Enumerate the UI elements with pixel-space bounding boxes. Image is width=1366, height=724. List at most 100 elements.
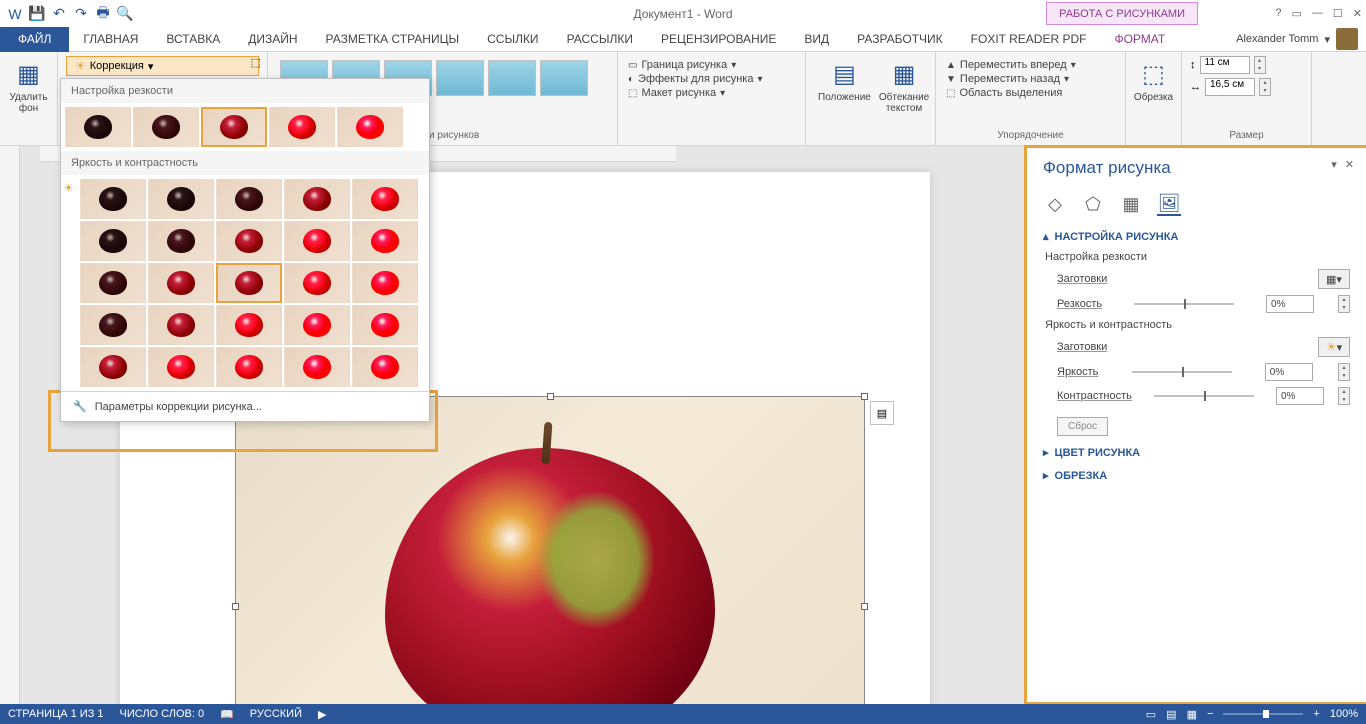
position-button[interactable]: ▤ Положение (814, 56, 875, 105)
picture-layout-button[interactable]: ⬚ Макет рисунка ▾ (628, 86, 795, 100)
sharpness-preset[interactable] (337, 107, 403, 147)
contrast-spinner[interactable]: ▴▾ (1338, 387, 1350, 405)
tab-foxit[interactable]: FOXIT READER PDF (957, 27, 1101, 52)
corrections-button[interactable]: ☀ Коррекция ▾ (66, 56, 259, 76)
language-indicator[interactable]: РУССКИЙ (250, 708, 302, 720)
width-spinner[interactable]: ▴▾ (1259, 78, 1271, 96)
sharpness-value[interactable]: 0% (1266, 295, 1314, 313)
wrap-text-button[interactable]: ▦ Обтекание текстом (875, 56, 933, 116)
brightness-preset[interactable] (80, 179, 146, 219)
minimize-icon[interactable]: — (1312, 7, 1323, 20)
picture-border-button[interactable]: ▭ Граница рисунка ▾ (628, 58, 795, 72)
width-input[interactable]: 16,5 см (1205, 78, 1255, 96)
view-print-icon[interactable]: ▤ (1166, 708, 1176, 721)
brightness-preset[interactable] (352, 179, 418, 219)
brightness-preset[interactable] (148, 179, 214, 219)
contrast-slider[interactable] (1154, 395, 1254, 397)
resize-handle[interactable] (861, 603, 868, 610)
style-preset[interactable] (488, 60, 536, 96)
tab-mailings[interactable]: РАССЫЛКИ (553, 27, 647, 52)
tab-developer[interactable]: РАЗРАБОТЧИК (843, 27, 957, 52)
sharpness-preset[interactable] (65, 107, 131, 147)
sharpness-presets-button[interactable]: ▦▾ (1318, 269, 1350, 289)
brightness-preset[interactable] (352, 347, 418, 387)
picture-color-section[interactable]: ▸ ЦВЕТ РИСУНКА (1043, 446, 1350, 459)
contrast-value[interactable]: 0% (1276, 387, 1324, 405)
brightness-preset-selected[interactable] (216, 263, 282, 303)
bring-forward-button[interactable]: ▲ Переместить вперед ▾ (946, 58, 1115, 72)
picture-tab-icon[interactable]: 🖼 (1157, 192, 1181, 216)
brightness-preset[interactable] (216, 179, 282, 219)
brightness-presets-button[interactable]: ☀▾ (1318, 337, 1350, 357)
ribbon-collapse-icon[interactable]: ▭ (1292, 7, 1302, 20)
brightness-preset[interactable] (216, 305, 282, 345)
brightness-preset[interactable] (148, 221, 214, 261)
view-web-icon[interactable]: ▦ (1187, 708, 1197, 721)
remove-background-button[interactable]: ▦ Удалить фон (8, 56, 49, 116)
zoom-icon[interactable]: 🔍 (116, 5, 134, 23)
redo-icon[interactable]: ↷ (72, 5, 90, 23)
layout-tab-icon[interactable]: ▦ (1119, 192, 1143, 216)
sharpness-slider[interactable] (1134, 303, 1234, 305)
user-account[interactable]: Alexander Tomm▾ (1236, 28, 1358, 50)
picture-effects-button[interactable]: ◐ Эффекты для рисунка ▾ (628, 72, 795, 86)
resize-handle[interactable] (861, 393, 868, 400)
sharpness-spinner[interactable]: ▴▾ (1338, 295, 1350, 313)
brightness-preset[interactable] (80, 305, 146, 345)
tab-format[interactable]: ФОРМАТ (1100, 27, 1179, 52)
brightness-preset[interactable] (80, 263, 146, 303)
macro-icon[interactable]: ▶ (318, 708, 326, 721)
layout-options-button[interactable]: ▤ (870, 401, 894, 425)
zoom-in-icon[interactable]: + (1313, 708, 1319, 720)
tab-design[interactable]: ДИЗАЙН (234, 27, 311, 52)
compress-icon[interactable]: ⬚ (251, 56, 261, 69)
spell-check-icon[interactable]: 📖 (220, 708, 234, 721)
crop-section[interactable]: ▸ ОБРЕЗКА (1043, 469, 1350, 482)
tab-layout[interactable]: РАЗМЕТКА СТРАНИЦЫ (312, 27, 474, 52)
tab-view[interactable]: ВИД (790, 27, 843, 52)
resize-handle[interactable] (232, 603, 239, 610)
sharpness-preset-selected[interactable] (201, 107, 267, 147)
tab-references[interactable]: ССЫЛКИ (473, 27, 552, 52)
picture-adjust-section[interactable]: ▴ НАСТРОЙКА РИСУНКА (1043, 230, 1350, 243)
correction-params-item[interactable]: 🔧 Параметры коррекции рисунка... (61, 391, 429, 421)
crop-button[interactable]: ⬚ Обрезка (1134, 56, 1173, 105)
save-icon[interactable]: 💾 (28, 5, 46, 23)
brightness-slider[interactable] (1132, 371, 1232, 373)
undo-icon[interactable]: ↶ (50, 5, 68, 23)
brightness-preset[interactable] (284, 179, 350, 219)
tab-home[interactable]: ГЛАВНАЯ (69, 27, 152, 52)
effects-tab-icon[interactable]: ⬠ (1081, 192, 1105, 216)
tab-review[interactable]: РЕЦЕНЗИРОВАНИЕ (647, 27, 790, 52)
maximize-icon[interactable]: ☐ (1333, 7, 1343, 20)
style-preset[interactable] (436, 60, 484, 96)
resize-handle[interactable] (547, 393, 554, 400)
brightness-preset[interactable] (352, 221, 418, 261)
selected-picture[interactable]: ▤ (235, 396, 865, 704)
brightness-preset[interactable] (284, 347, 350, 387)
brightness-preset[interactable] (80, 221, 146, 261)
reset-button[interactable]: Сброс (1057, 417, 1108, 436)
brightness-preset[interactable] (216, 347, 282, 387)
brightness-preset[interactable] (352, 263, 418, 303)
pane-options-icon[interactable]: ▾ (1331, 158, 1337, 171)
brightness-preset[interactable] (284, 221, 350, 261)
style-preset[interactable] (540, 60, 588, 96)
sharpness-preset[interactable] (133, 107, 199, 147)
brightness-preset[interactable] (80, 347, 146, 387)
fill-tab-icon[interactable]: ◇ (1043, 192, 1067, 216)
view-read-icon[interactable]: ▭ (1146, 708, 1156, 721)
brightness-preset[interactable] (148, 305, 214, 345)
brightness-preset[interactable] (284, 263, 350, 303)
page-indicator[interactable]: СТРАНИЦА 1 ИЗ 1 (8, 708, 104, 720)
height-spinner[interactable]: ▴▾ (1254, 56, 1266, 74)
brightness-preset[interactable] (352, 305, 418, 345)
tab-insert[interactable]: ВСТАВКА (152, 27, 234, 52)
help-icon[interactable]: ? (1275, 7, 1281, 20)
height-input[interactable]: 11 см (1200, 56, 1250, 74)
zoom-slider[interactable] (1223, 713, 1303, 715)
brightness-preset[interactable] (148, 347, 214, 387)
brightness-preset[interactable] (284, 305, 350, 345)
send-backward-button[interactable]: ▼ Переместить назад ▾ (946, 72, 1115, 86)
selection-pane-button[interactable]: ⬚ Область выделения (946, 86, 1115, 100)
